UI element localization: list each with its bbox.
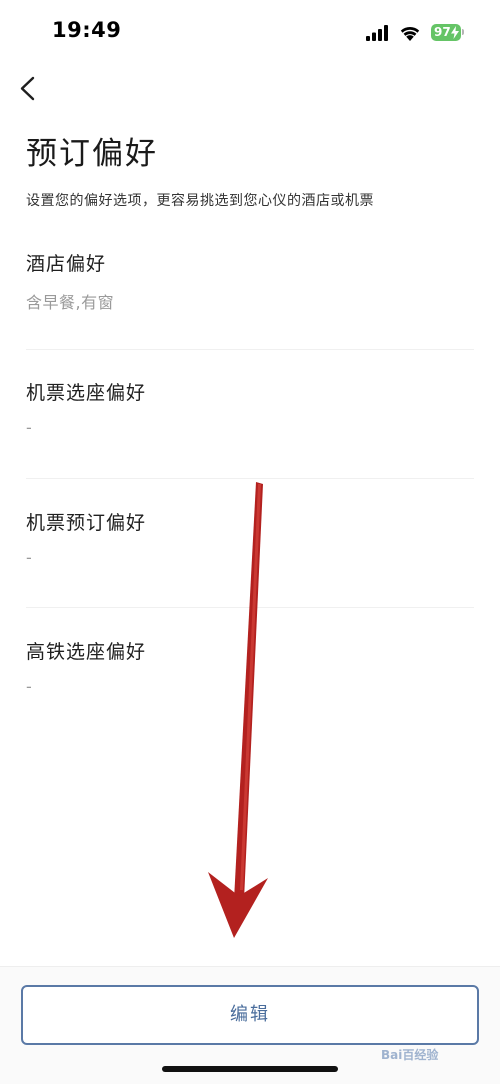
watermark: Bai百经验 — [381, 1048, 439, 1062]
wifi-icon — [400, 26, 420, 41]
pref-item-hotel[interactable]: 酒店偏好 含早餐,有窗 — [26, 249, 474, 379]
pref-name: 高铁选座偏好 — [26, 641, 147, 663]
chevron-left-icon — [20, 76, 35, 101]
battery-level: 97 — [434, 25, 451, 39]
edit-button[interactable]: 编辑 — [21, 985, 479, 1045]
pref-item-flight-booking[interactable]: 机票预订偏好 - — [26, 508, 474, 638]
pref-item-train-seat[interactable]: 高铁选座偏好 - — [26, 637, 474, 767]
pref-value: 含早餐,有窗 — [26, 293, 115, 312]
page-title: 预订偏好 — [26, 136, 158, 172]
charging-bolt-icon — [451, 26, 459, 39]
page-subtitle: 设置您的偏好选项，更容易挑选到您心仪的酒店或机票 — [26, 193, 374, 209]
pref-value: - — [26, 548, 33, 567]
pref-value: - — [26, 418, 33, 437]
cellular-signal-icon — [366, 25, 388, 41]
status-bar: 19:49 97 — [0, 0, 500, 64]
pref-name: 机票选座偏好 — [26, 382, 147, 404]
back-button[interactable] — [14, 72, 44, 104]
pref-name: 酒店偏好 — [26, 253, 107, 275]
home-indicator — [162, 1066, 338, 1072]
battery-tip — [462, 29, 464, 35]
divider — [26, 349, 474, 350]
divider — [26, 478, 474, 479]
pref-name: 机票预订偏好 — [26, 512, 147, 534]
status-time: 19:49 — [52, 18, 122, 42]
divider — [26, 607, 474, 608]
pref-value: - — [26, 677, 33, 696]
pref-item-flight-seat[interactable]: 机票选座偏好 - — [26, 378, 474, 508]
